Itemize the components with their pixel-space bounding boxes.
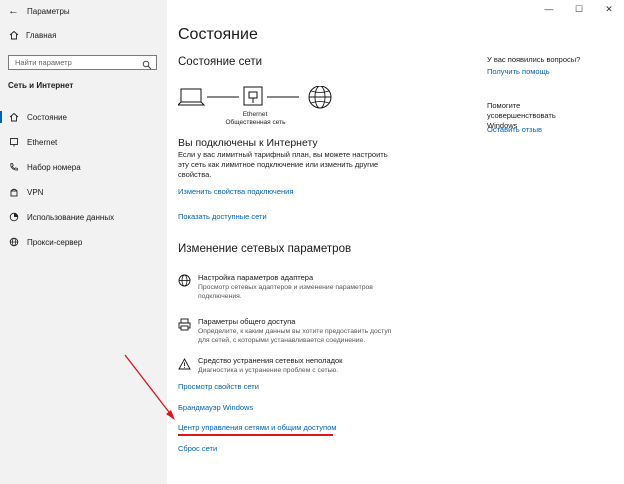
phone-icon	[9, 162, 19, 172]
printer-share-icon	[178, 318, 191, 336]
page-title: Состояние	[178, 26, 258, 43]
sidebar-item-label: Прокси-сервер	[27, 237, 83, 247]
ethernet-icon	[243, 86, 263, 106]
network-sharing-center-link[interactable]: Центр управления сетями и общим доступом	[178, 423, 336, 432]
back-arrow-icon[interactable]: ←	[8, 5, 19, 17]
sidebar-item-ethernet[interactable]: Ethernet	[9, 135, 57, 149]
home-label: Главная	[26, 30, 57, 40]
home-nav[interactable]: Главная	[9, 30, 56, 40]
ethernet-icon	[9, 137, 19, 147]
sidebar-item-label: Ethernet	[27, 137, 58, 147]
home-icon	[9, 30, 19, 40]
option-title: Настройка параметров адаптера	[198, 273, 314, 282]
change-settings-heading: Изменение сетевых параметров	[178, 243, 352, 255]
sidebar-item-vpn[interactable]: VPN	[9, 185, 43, 199]
change-connection-properties-link[interactable]: Изменить свойства подключения	[178, 187, 293, 196]
sidebar-item-dialup[interactable]: Набор номера	[9, 160, 81, 174]
option-description: Определите, к каким данным вы хотите пре…	[198, 328, 392, 344]
annotation-underline	[178, 434, 333, 436]
sidebar-item-label: Состояние	[27, 112, 67, 122]
globe-icon	[9, 237, 19, 247]
option-title: Средство устранения сетевых неполадок	[198, 356, 343, 365]
get-help-link[interactable]: Получить помощь	[487, 67, 617, 77]
computer-icon	[178, 88, 206, 106]
sidebar-item-data-usage[interactable]: Использование данных	[9, 210, 114, 224]
network-type-label: Общественная сеть	[225, 119, 286, 126]
search-icon[interactable]	[142, 57, 152, 75]
data-usage-icon	[9, 212, 19, 222]
windows-firewall-link[interactable]: Брандмауэр Windows	[178, 403, 253, 412]
title-bar: ← Параметры	[8, 4, 70, 18]
vpn-icon	[9, 187, 19, 197]
connected-heading: Вы подключены к Интернету	[178, 137, 318, 149]
sidebar: ← Параметры Главная Найти параметр Сеть …	[0, 0, 167, 484]
show-available-networks-link[interactable]: Показать доступные сети	[178, 212, 267, 221]
feedback-link[interactable]: Оставить отзыв	[487, 125, 617, 135]
section-label: Сеть и Интернет	[8, 81, 74, 90]
view-network-properties-link[interactable]: Просмотр свойств сети	[178, 382, 259, 391]
sidebar-item-proxy[interactable]: Прокси-сервер	[9, 235, 82, 249]
questions-text: У вас появились вопросы?	[487, 55, 581, 64]
close-button[interactable]: ✕	[594, 0, 624, 18]
internet-globe-icon	[308, 86, 332, 109]
adapter-globe-icon	[178, 274, 191, 292]
window-controls: — ☐ ✕	[534, 0, 624, 18]
connected-text: Если у вас лимитный тарифный план, вы мо…	[178, 150, 388, 179]
sidebar-item-status[interactable]: Состояние	[0, 110, 67, 124]
warning-icon	[178, 357, 191, 375]
search-input[interactable]: Найти параметр	[8, 55, 157, 70]
app-title: Параметры	[27, 6, 70, 16]
network-reset-link[interactable]: Сброс сети	[178, 444, 217, 453]
home-icon	[9, 112, 19, 122]
maximize-button[interactable]: ☐	[564, 0, 594, 18]
main-content: — ☐ ✕ Состояние Состояние сети Ethernet …	[167, 0, 624, 484]
network-status-heading: Состояние сети	[178, 56, 263, 68]
adapter-label: Ethernet	[242, 111, 268, 118]
option-description: Диагностика и устранение проблем с сетью…	[198, 367, 339, 374]
sidebar-item-label: Набор номера	[27, 162, 81, 172]
option-title: Параметры общего доступа	[198, 317, 296, 326]
network-diagram: Ethernet Общественная сеть	[178, 86, 338, 130]
sidebar-item-label: VPN	[27, 187, 44, 197]
search-placeholder: Найти параметр	[15, 58, 72, 67]
minimize-button[interactable]: —	[534, 0, 564, 18]
option-description: Просмотр сетевых адаптеров и изменение п…	[198, 284, 373, 300]
sidebar-item-label: Использование данных	[27, 212, 115, 222]
